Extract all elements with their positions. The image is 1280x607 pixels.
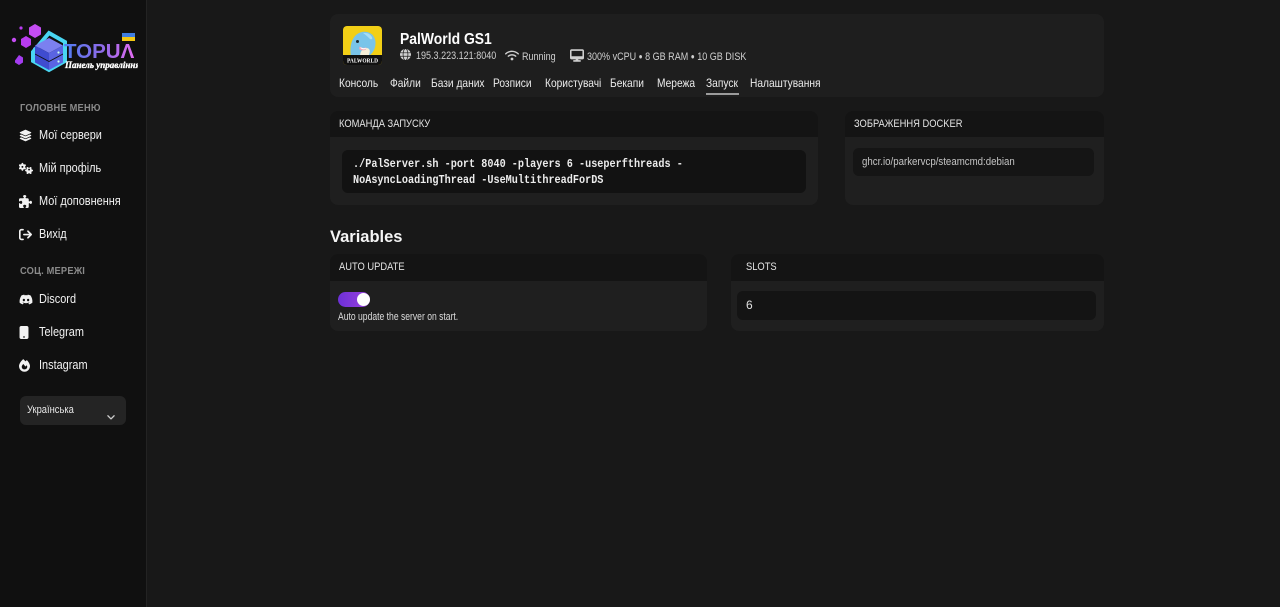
svg-text:PALWORLD: PALWORLD <box>347 58 379 64</box>
svg-text:Панель управління: Панель управління <box>64 60 138 70</box>
